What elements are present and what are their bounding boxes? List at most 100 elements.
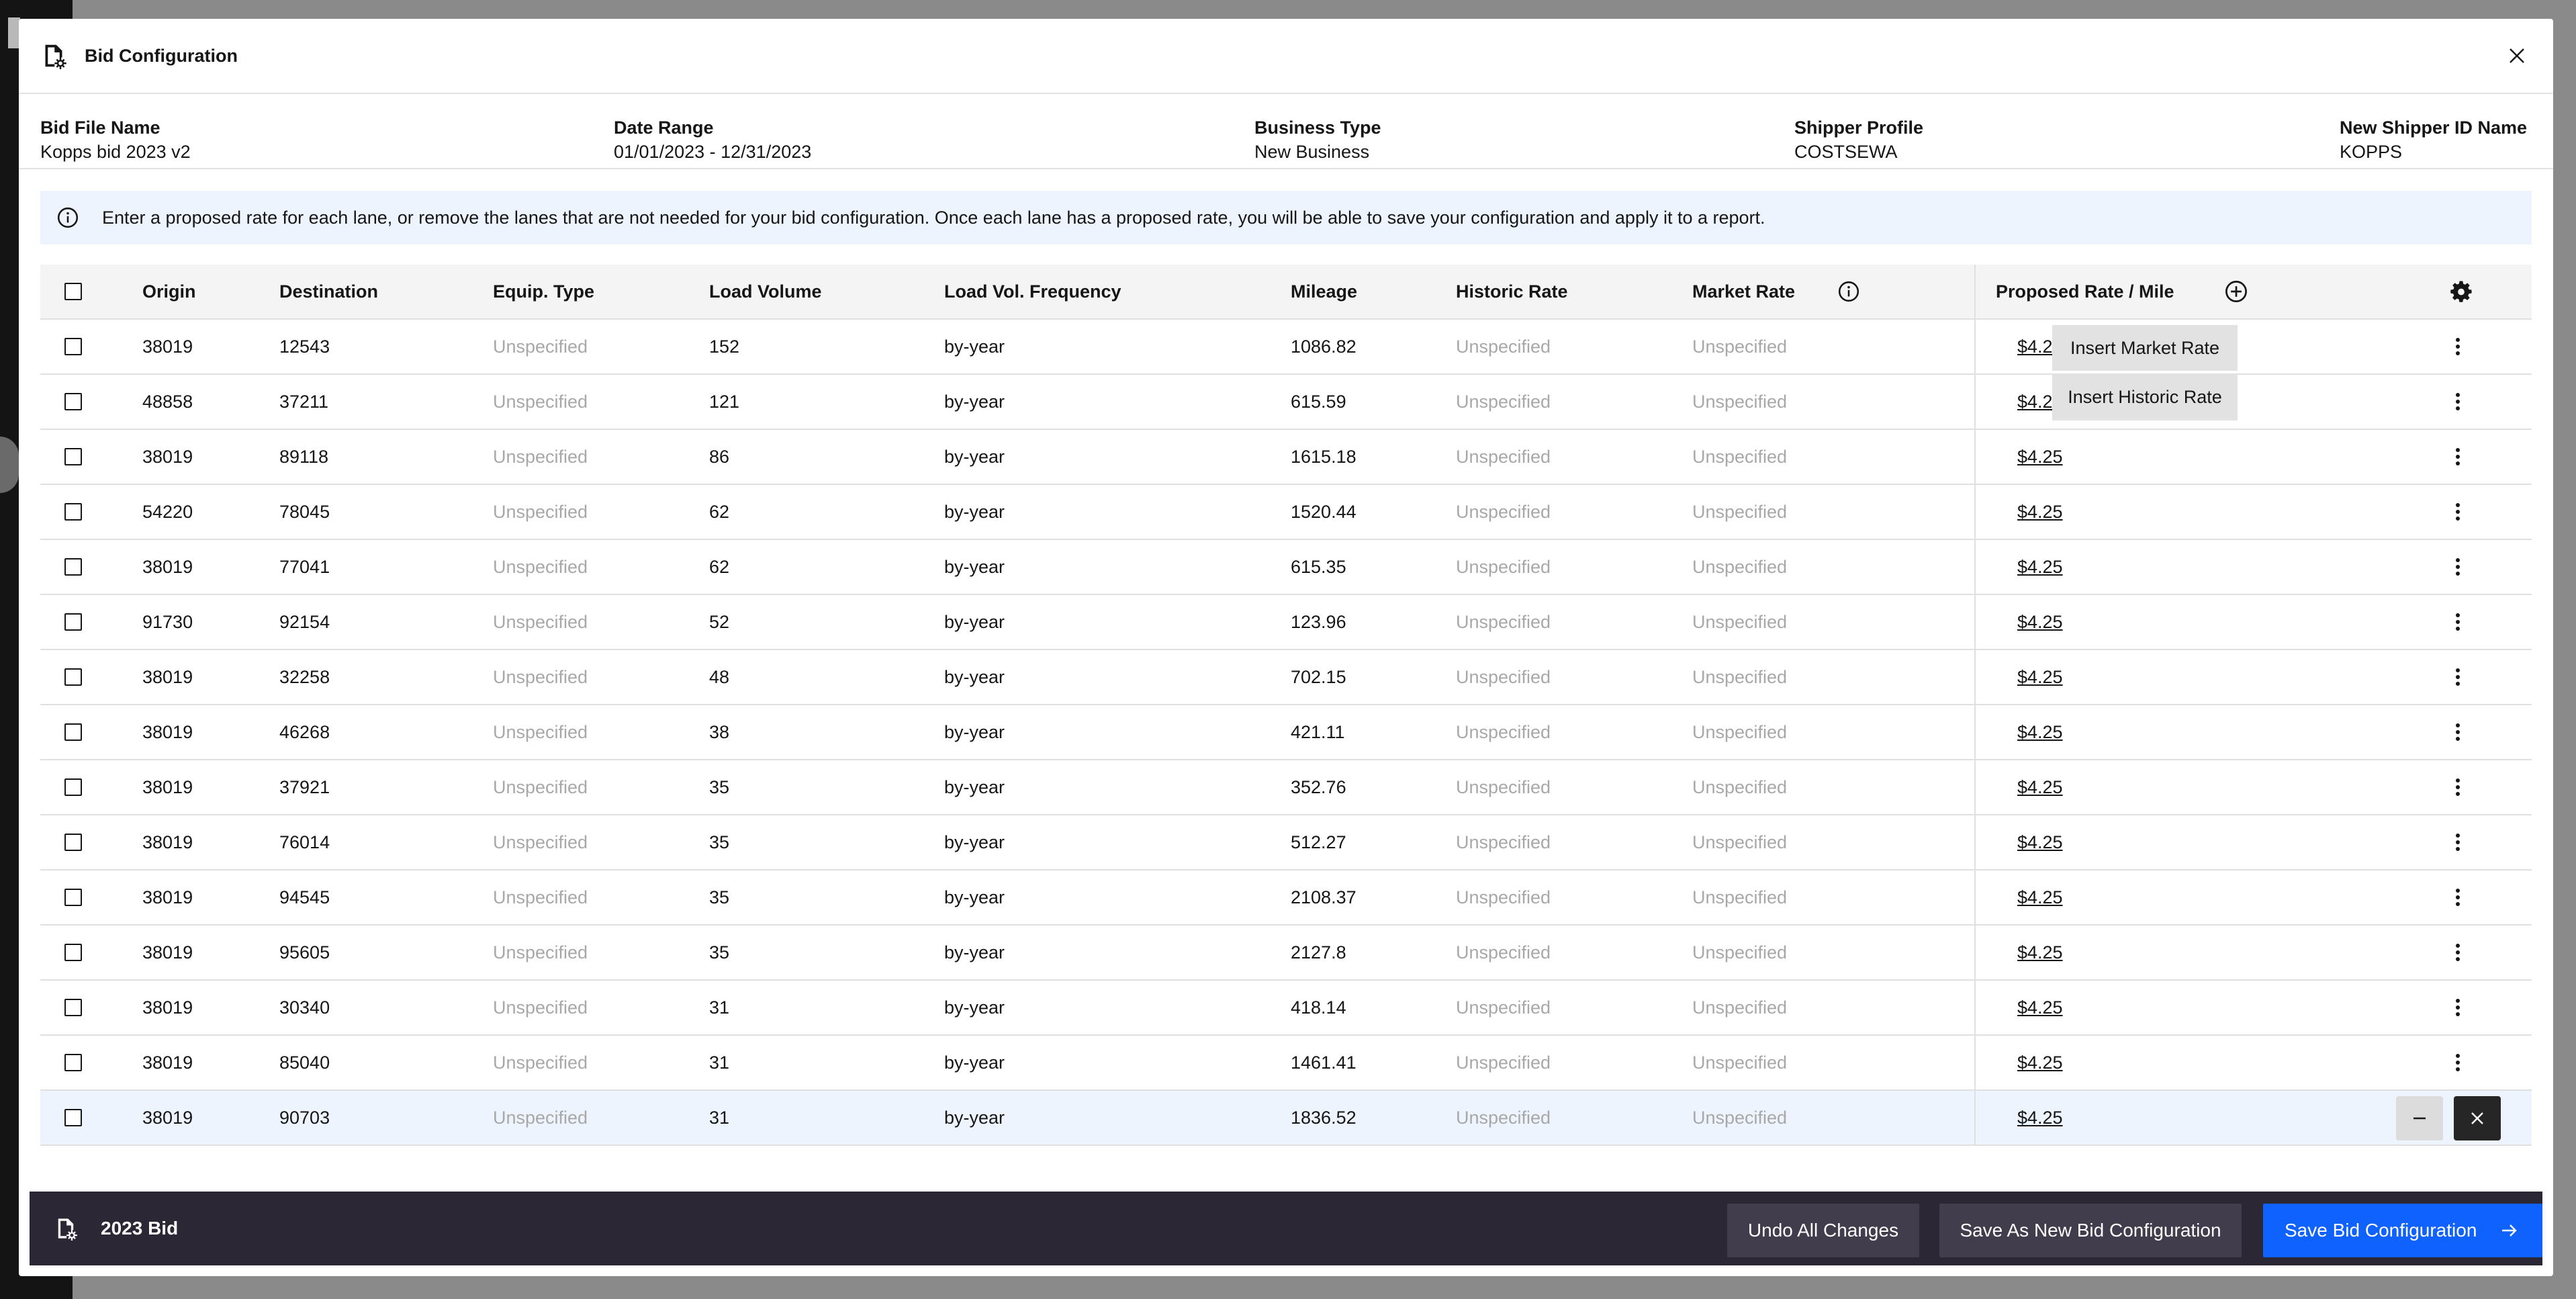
row-overflow-menu[interactable] xyxy=(2455,375,2460,429)
row-checkbox[interactable] xyxy=(64,705,82,759)
info-value: Kopps bid 2023 v2 xyxy=(40,142,191,162)
header-mileage[interactable]: Mileage xyxy=(1291,265,1357,318)
header-market-rate[interactable]: Market Rate xyxy=(1692,265,1795,318)
row-checkbox[interactable] xyxy=(64,595,82,649)
cell-historic-rate: Unspecified xyxy=(1456,832,1551,852)
cell-origin: 38019 xyxy=(142,1107,193,1128)
header-origin[interactable]: Origin xyxy=(142,265,196,318)
bid-configuration-modal: Bid Configuration Bid File Name Kopps bi… xyxy=(19,19,2553,1276)
notification-text: Enter a proposed rate for each lane, or … xyxy=(102,207,1765,228)
proposed-rate-link[interactable]: $4.25 xyxy=(2017,981,2063,1034)
select-all-checkbox[interactable] xyxy=(64,265,82,318)
row-overflow-menu[interactable] xyxy=(2455,430,2460,484)
row-checkbox[interactable] xyxy=(64,485,82,539)
cell-destination: 46268 xyxy=(279,721,330,742)
cell-origin: 54220 xyxy=(142,501,193,522)
row-overflow-menu[interactable] xyxy=(2455,760,2460,814)
row-overflow-menu[interactable] xyxy=(2455,705,2460,759)
market-rate-info-button[interactable] xyxy=(1837,265,1860,318)
proposed-rate-link[interactable]: $4.25 xyxy=(2017,760,2063,814)
cell-frequency: by-year xyxy=(944,997,1005,1018)
overflow-menu-icon xyxy=(2455,613,2460,631)
proposed-rate-link[interactable]: $4.25 xyxy=(2017,650,2063,704)
header-historic-rate[interactable]: Historic Rate xyxy=(1456,265,1568,318)
table-settings-button[interactable] xyxy=(2450,265,2473,318)
cell-destination: 90703 xyxy=(279,1107,330,1128)
row-checkbox[interactable] xyxy=(64,1091,82,1145)
delete-lane-button[interactable] xyxy=(2454,1096,2501,1140)
header-destination[interactable]: Destination xyxy=(279,265,378,318)
header-equip-type[interactable]: Equip. Type xyxy=(493,265,594,318)
cell-historic-rate: Unspecified xyxy=(1456,391,1551,412)
cell-destination: 37211 xyxy=(279,391,329,412)
row-overflow-menu[interactable] xyxy=(2455,870,2460,924)
row-checkbox[interactable] xyxy=(64,650,82,704)
cell-load-volume: 31 xyxy=(709,1107,730,1128)
row-checkbox[interactable] xyxy=(64,430,82,484)
table-row: 38019 46268 Unspecified 38 by-year 421.1… xyxy=(40,705,2532,760)
cell-historic-rate: Unspecified xyxy=(1456,336,1551,357)
column-divider xyxy=(1974,320,1976,373)
row-overflow-menu[interactable] xyxy=(2455,926,2460,979)
header-load-vol-frequency[interactable]: Load Vol. Frequency xyxy=(944,265,1121,318)
row-overflow-menu[interactable] xyxy=(2455,595,2460,649)
cell-load-volume: 48 xyxy=(709,666,730,687)
row-overflow-menu[interactable] xyxy=(2455,815,2460,869)
row-checkbox[interactable] xyxy=(64,375,82,429)
insert-historic-rate-option[interactable]: Insert Historic Rate xyxy=(2052,373,2238,420)
file-settings-icon xyxy=(45,44,66,69)
add-rate-button[interactable] xyxy=(2224,265,2248,318)
table-row: 38019 90703 Unspecified 31 by-year 1836.… xyxy=(40,1091,2532,1146)
row-overflow-menu[interactable] xyxy=(2455,485,2460,539)
proposed-rate-link[interactable]: $4.25 xyxy=(2017,870,2063,924)
information-icon xyxy=(1838,281,1859,302)
cell-load-volume: 121 xyxy=(709,391,740,412)
proposed-rate-link[interactable]: $4.25 xyxy=(2017,815,2063,869)
cell-market-rate: Unspecified xyxy=(1692,942,1788,962)
row-checkbox[interactable] xyxy=(64,981,82,1034)
cell-frequency: by-year xyxy=(944,336,1005,357)
proposed-rate-link[interactable]: $4.25 xyxy=(2017,595,2063,649)
cell-load-volume: 62 xyxy=(709,556,730,577)
cell-equip-type: Unspecified xyxy=(493,776,588,797)
row-checkbox[interactable] xyxy=(64,1036,82,1089)
close-button[interactable] xyxy=(2497,36,2537,76)
column-divider xyxy=(1974,705,1976,759)
proposed-rate-link[interactable]: $4.25 xyxy=(2017,1036,2063,1089)
column-divider xyxy=(1974,1036,1976,1089)
cell-equip-type: Unspecified xyxy=(493,997,588,1018)
row-checkbox[interactable] xyxy=(64,815,82,869)
row-overflow-menu[interactable] xyxy=(2455,540,2460,594)
undo-all-changes-button[interactable]: Undo All Changes xyxy=(1727,1204,1919,1257)
save-bid-configuration-button[interactable]: Save Bid Configuration xyxy=(2263,1204,2542,1257)
cell-mileage: 1461.41 xyxy=(1291,1052,1356,1073)
row-checkbox[interactable] xyxy=(64,760,82,814)
proposed-rate-link[interactable]: $4.25 xyxy=(2017,1091,2063,1145)
column-divider xyxy=(1974,430,1976,484)
row-checkbox[interactable] xyxy=(64,320,82,373)
row-checkbox[interactable] xyxy=(64,926,82,979)
header-proposed-rate[interactable]: Proposed Rate / Mile xyxy=(1996,265,2174,318)
table-body: 38019 12543 Unspecified 152 by-year 1086… xyxy=(40,320,2532,1146)
cell-load-volume: 38 xyxy=(709,721,730,742)
insert-market-rate-option[interactable]: Insert Market Rate xyxy=(2052,325,2238,371)
remove-lane-button[interactable] xyxy=(2396,1096,2443,1140)
row-overflow-menu[interactable] xyxy=(2455,1036,2460,1089)
overflow-menu-icon xyxy=(2455,448,2460,465)
proposed-rate-link[interactable]: $4.25 xyxy=(2017,540,2063,594)
proposed-rate-link[interactable]: $4.25 xyxy=(2017,485,2063,539)
proposed-rate-link[interactable]: $4.25 xyxy=(2017,926,2063,979)
row-overflow-menu[interactable] xyxy=(2455,650,2460,704)
header-load-volume[interactable]: Load Volume xyxy=(709,265,822,318)
cell-destination: 37921 xyxy=(279,776,330,797)
proposed-rate-link[interactable]: $4.25 xyxy=(2017,705,2063,759)
proposed-rate-link[interactable]: $4.25 xyxy=(2017,430,2063,484)
row-overflow-menu[interactable] xyxy=(2455,320,2460,373)
row-checkbox[interactable] xyxy=(64,870,82,924)
close-icon xyxy=(2471,1112,2483,1124)
row-checkbox[interactable] xyxy=(64,540,82,594)
info-new-shipper-id: New Shipper ID Name KOPPS xyxy=(2340,116,2527,164)
save-as-new-button[interactable]: Save As New Bid Configuration xyxy=(1939,1204,2242,1257)
row-overflow-menu[interactable] xyxy=(2455,981,2460,1034)
cell-equip-type: Unspecified xyxy=(493,556,588,577)
